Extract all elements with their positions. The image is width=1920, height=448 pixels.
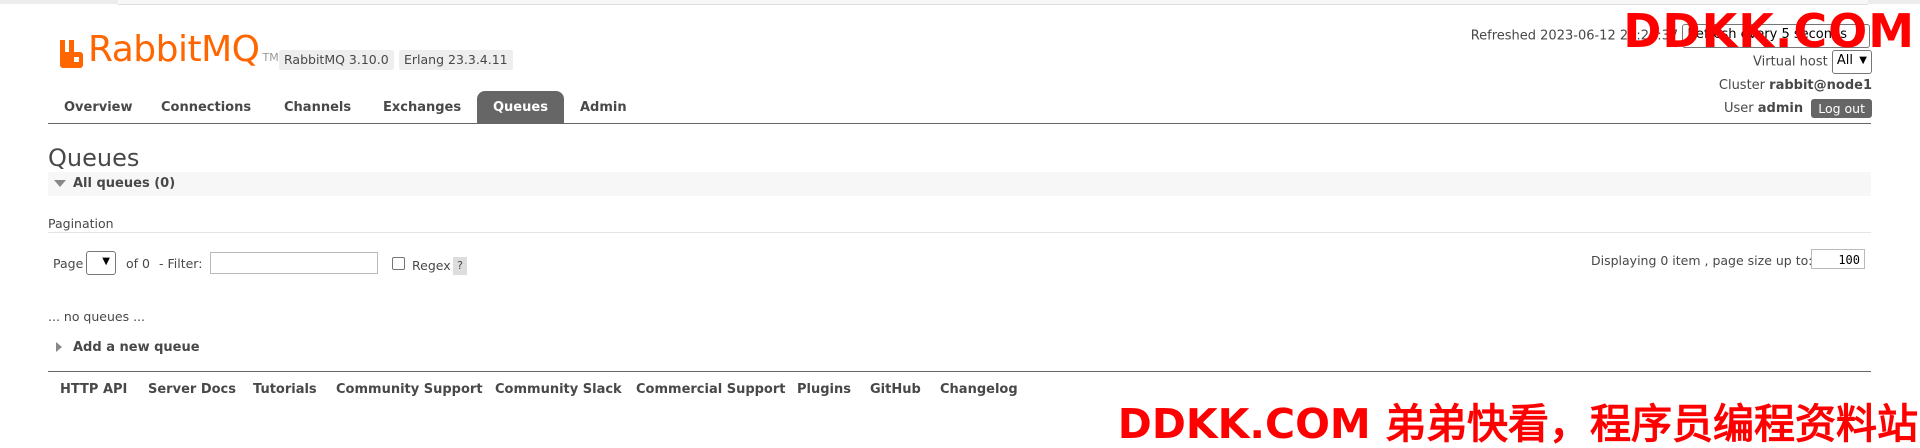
tab-connections[interactable]: Connections: [145, 91, 267, 123]
footer-link-github[interactable]: GitHub: [870, 382, 921, 397]
rabbit-logo-icon: [60, 40, 83, 68]
empty-state-text: ... no queues ...: [48, 309, 146, 324]
pagination-label: Pagination: [48, 216, 114, 231]
footer-link-changelog[interactable]: Changelog: [940, 382, 1018, 397]
tab-admin[interactable]: Admin: [564, 91, 643, 123]
filter-input[interactable]: [210, 252, 378, 274]
tab-channels[interactable]: Channels: [268, 91, 367, 123]
filter-label: - Filter:: [159, 256, 203, 271]
main-nav-tabs: Overview Connections Channels Exchanges …: [48, 91, 1871, 124]
footer-link-tutorials[interactable]: Tutorials: [253, 382, 317, 397]
regex-label: Regex: [412, 258, 451, 273]
tab-overview[interactable]: Overview: [48, 91, 149, 123]
page-title: Queues: [48, 144, 140, 172]
footer-link-server-docs[interactable]: Server Docs: [148, 382, 236, 397]
footer-link-http-api[interactable]: HTTP API: [60, 382, 127, 397]
collapse-arrow-icon: [54, 180, 66, 187]
watermark-top: DDKK.COM: [1623, 4, 1915, 58]
all-queues-section-toggle[interactable]: All queues (0): [48, 172, 1871, 196]
page-count-label: of 0: [126, 256, 150, 271]
add-queue-label: Add a new queue: [73, 340, 200, 355]
chevron-down-icon: ▼: [102, 256, 110, 267]
expand-arrow-icon: [56, 342, 62, 352]
logo-trademark: TM: [262, 51, 279, 64]
rabbitmq-version-badge: RabbitMQ 3.10.0: [279, 50, 394, 70]
footer-link-plugins[interactable]: Plugins: [797, 382, 851, 397]
erlang-version-badge: Erlang 23.3.4.11: [399, 50, 513, 70]
tab-queues[interactable]: Queues: [477, 91, 564, 123]
footer-link-commercial-support[interactable]: Commercial Support: [636, 382, 786, 397]
all-queues-label: All queues (0): [73, 176, 176, 191]
footer-divider: [48, 371, 1871, 372]
regex-help-button[interactable]: ?: [453, 257, 467, 275]
regex-checkbox[interactable]: [392, 257, 405, 270]
footer-link-community-support[interactable]: Community Support: [336, 382, 483, 397]
page-select[interactable]: ▼: [86, 251, 116, 275]
logo-text: RabbitMQ: [88, 29, 260, 70]
tab-exchanges[interactable]: Exchanges: [367, 91, 477, 123]
footer-link-community-slack[interactable]: Community Slack: [495, 382, 622, 397]
displaying-count-label: Displaying 0 item , page size up to:: [1591, 253, 1813, 268]
pagination-divider: [48, 232, 1871, 233]
page-size-input[interactable]: 100: [1811, 249, 1865, 269]
page-label: Page: [53, 256, 84, 271]
rabbitmq-logo: RabbitMQ TM: [58, 32, 279, 68]
watermark-bottom: DDKK.COM 弟弟快看，程序员编程资料站: [1117, 400, 1918, 448]
